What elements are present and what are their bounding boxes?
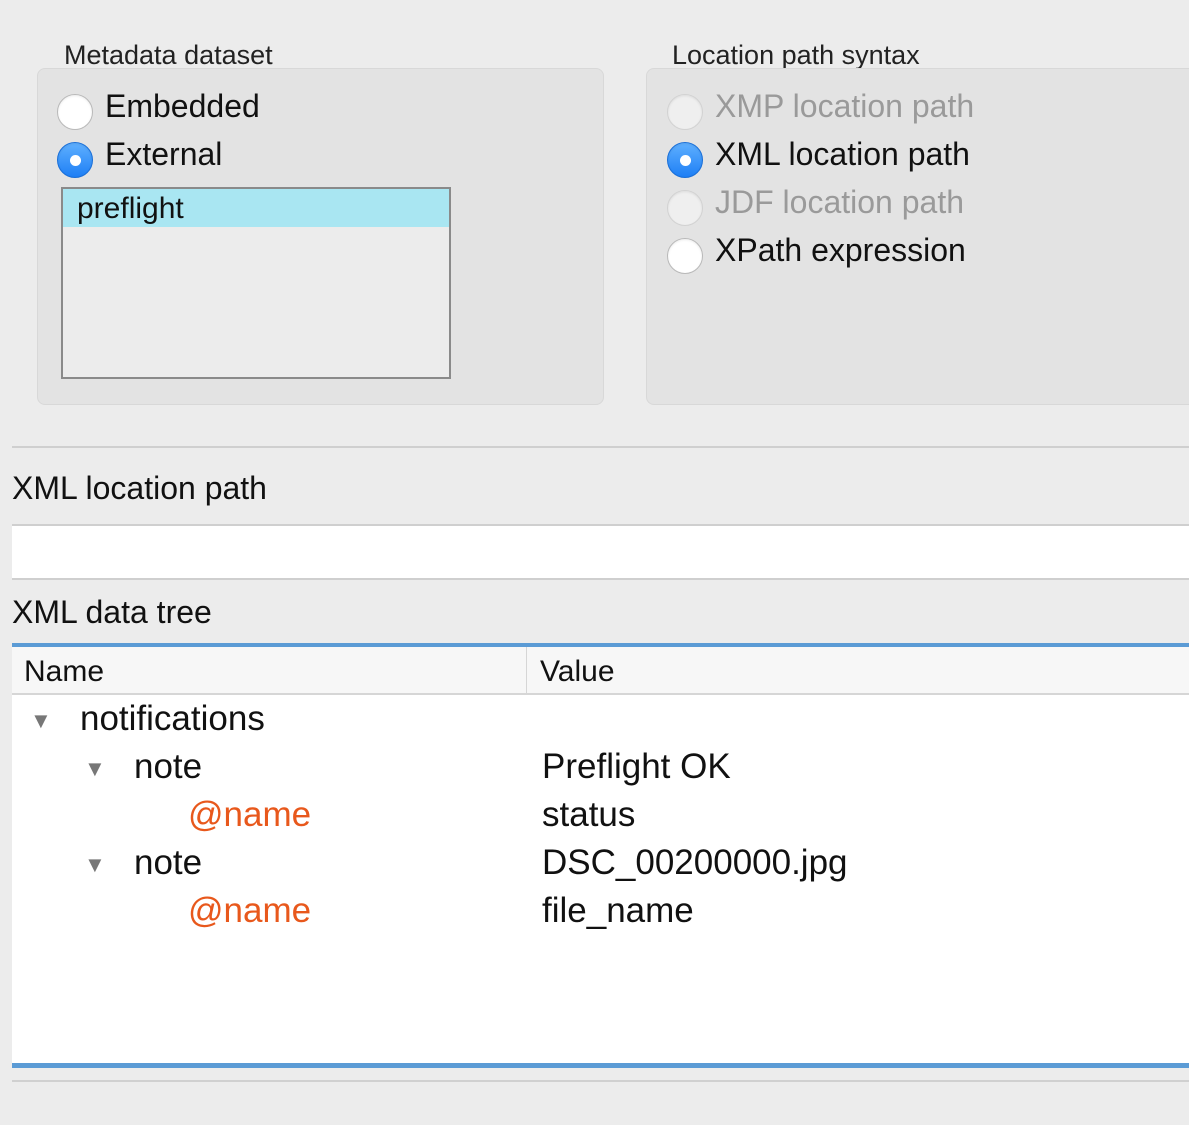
xml-data-tree-label: XML data tree [12,594,212,630]
location-path-field[interactable] [12,526,1189,578]
radio-xpath-expression[interactable]: XPath expression [667,230,966,274]
xml-location-path-section: XML location path [12,446,1189,526]
radio-xmp-label: XMP location path [715,87,975,124]
xml-location-path-label: XML location path [12,470,267,506]
triangle-down-icon[interactable]: ▼ [30,708,52,734]
tree-row-attribute-name[interactable]: @name [188,887,311,935]
triangle-down-icon[interactable]: ▼ [84,756,106,782]
location-path-syntax-title: Location path syntax [672,40,920,70]
radio-jdf-button[interactable] [667,190,703,226]
tree-row-name[interactable]: note [134,839,202,887]
metadata-dataset-title: Metadata dataset [64,40,273,70]
radio-xpath-label: XPath expression [715,231,966,268]
tree-bottom-divider [12,1063,1189,1068]
radio-xml-button[interactable] [667,142,703,178]
radio-embedded[interactable]: Embedded [57,86,260,130]
tree-row-value: Preflight OK [542,747,731,786]
dataset-listbox[interactable]: preflight [61,187,451,379]
bottom-panel [12,1080,1189,1125]
radio-jdf-label: JDF location path [715,183,965,220]
column-header-name[interactable]: Name [12,647,527,695]
radio-embedded-label: Embedded [105,87,260,124]
tree-row-name[interactable]: notifications [80,695,265,743]
radio-xmp-button[interactable] [667,94,703,130]
radio-embedded-button[interactable] [57,94,93,130]
tree-row-value: status [542,795,636,834]
column-header-value[interactable]: Value [527,647,1189,695]
xml-data-tree-table[interactable]: Name Value ▼ notifications ▼ note Prefli… [12,647,1189,1063]
tree-row-value: DSC_00200000.jpg [542,843,848,882]
tree-row-value: file_name [542,891,694,930]
radio-jdf-location-path[interactable]: JDF location path [667,182,965,226]
radio-external[interactable]: External [57,134,223,178]
radio-xml-label: XML location path [715,135,970,172]
radio-external-button[interactable] [57,142,93,178]
xml-data-tree-section: XML data tree [12,578,1189,644]
tree-row-name[interactable]: note [134,743,202,791]
tree-row-attribute-name[interactable]: @name [188,791,311,839]
triangle-down-icon[interactable]: ▼ [84,852,106,878]
radio-xml-location-path[interactable]: XML location path [667,134,970,178]
radio-external-label: External [105,135,223,172]
radio-xmp-location-path[interactable]: XMP location path [667,86,975,130]
radio-xpath-button[interactable] [667,238,703,274]
dataset-list-item-preflight[interactable]: preflight [63,189,449,227]
